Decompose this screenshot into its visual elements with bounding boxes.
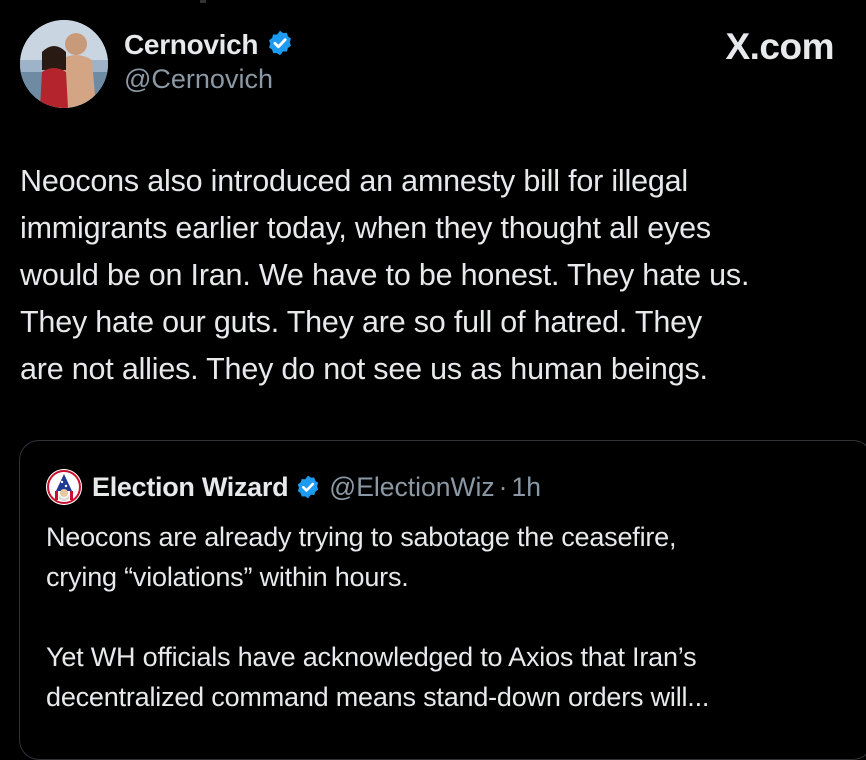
quoted-text-line: crying “violations” within hours. [46, 562, 409, 592]
x-brand-logo: X.com [725, 26, 834, 67]
tweet-header: Cernovich @Cernovich X.com [20, 20, 834, 112]
quoted-author-handle[interactable]: @ElectionWiz [329, 472, 494, 503]
quoted-paragraph-2: Yet WH officials have acknowledged to Ax… [46, 637, 856, 717]
tweet-text: Neocons also introduced an amnesty bill … [20, 158, 856, 393]
tweet-text-line: They hate our guts. They are so full of … [20, 305, 702, 339]
quoted-text-line: Yet WH officials have acknowledged to Ax… [46, 642, 697, 672]
quoted-text-line: Neocons are already trying to sabotage t… [46, 522, 677, 552]
quoted-verified-badge-icon [295, 474, 321, 500]
author-avatar[interactable] [20, 20, 108, 108]
quoted-author-display-name[interactable]: Election Wizard [92, 472, 289, 503]
quoted-tweet-timestamp[interactable]: 1h [511, 472, 540, 503]
tweet-text-line: would be on Iran. We have to be honest. … [20, 258, 750, 292]
separator-dot: · [498, 471, 508, 502]
tweet-text-line: Neocons also introduced an amnesty bill … [20, 164, 688, 198]
quoted-author-avatar[interactable] [46, 469, 82, 505]
quoted-tweet-card[interactable]: Election Wizard @ElectionWiz · 1h Neocon… [19, 440, 866, 760]
quoted-text-line: decentralized command means stand-down o… [46, 682, 710, 712]
quoted-tweet-text: Neocons are already trying to sabotage t… [46, 517, 856, 717]
top-edge-fragment [200, 0, 206, 3]
quoted-tweet-header: Election Wizard @ElectionWiz · 1h [46, 467, 541, 507]
quoted-paragraph-1: Neocons are already trying to sabotage t… [46, 517, 856, 597]
author-display-name[interactable]: Cernovich [124, 29, 259, 61]
tweet-text-line: immigrants earlier today, when they thou… [20, 211, 711, 245]
tweet-text-line: are not allies. They do not see us as hu… [20, 352, 708, 386]
verified-badge-icon [266, 29, 294, 62]
author-handle[interactable]: @Cernovich [124, 64, 294, 95]
